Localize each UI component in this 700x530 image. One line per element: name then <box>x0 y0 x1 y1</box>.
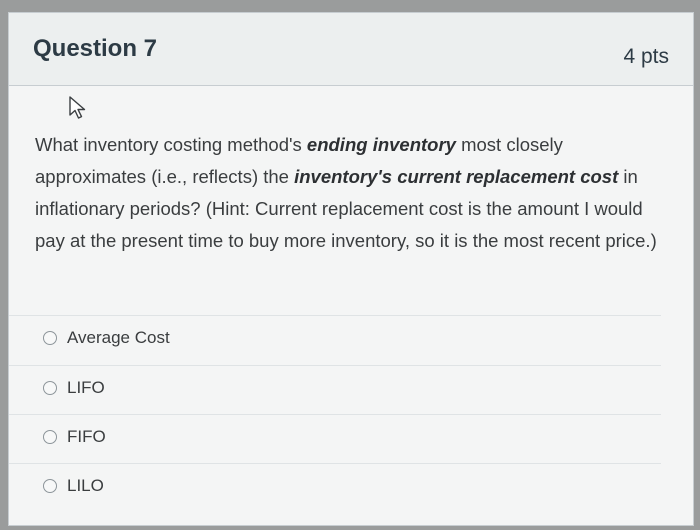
answer-option-average-cost[interactable]: Average Cost <box>9 315 661 364</box>
answer-option-lifo[interactable]: LIFO <box>9 365 661 414</box>
question-text-part: What inventory costing method's <box>35 134 307 155</box>
mouse-pointer-icon <box>69 96 86 119</box>
question-points: 4 pts <box>623 45 669 68</box>
answer-option-lilo[interactable]: LILO <box>9 463 661 512</box>
answer-label[interactable]: LIFO <box>67 378 105 398</box>
answer-label[interactable]: Average Cost <box>67 328 170 348</box>
answer-option-fifo[interactable]: FIFO <box>9 414 661 463</box>
answer-label[interactable]: FIFO <box>67 427 106 447</box>
question-emphasis-replacement-cost: inventory's current replacement cost <box>294 166 619 187</box>
question-title: Question 7 <box>33 35 158 62</box>
radio-unselected-icon[interactable] <box>43 381 57 395</box>
question-text: What inventory costing method's ending i… <box>35 129 665 257</box>
radio-unselected-icon[interactable] <box>43 331 57 345</box>
question-card: Question 7 4 pts What inventory costing … <box>8 12 694 526</box>
radio-unselected-icon[interactable] <box>43 479 57 493</box>
answer-label[interactable]: LILO <box>67 476 104 496</box>
question-emphasis-ending-inventory: ending inventory <box>306 134 456 155</box>
radio-unselected-icon[interactable] <box>43 430 57 444</box>
question-header: Question 7 4 pts <box>9 13 693 86</box>
